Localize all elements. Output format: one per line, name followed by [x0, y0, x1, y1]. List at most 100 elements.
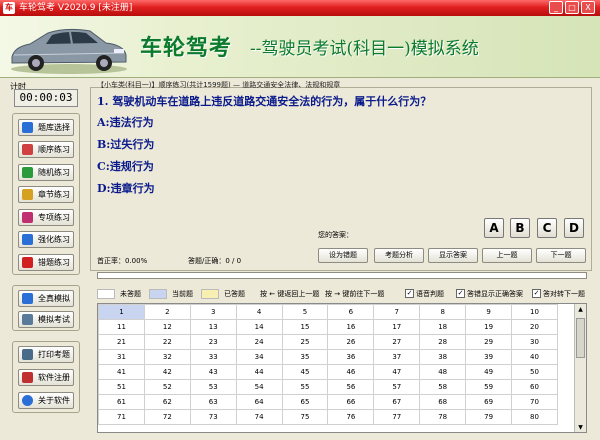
question-cell[interactable]: 51	[98, 379, 145, 395]
question-cell[interactable]: 17	[373, 319, 421, 335]
option-b[interactable]: B:过失行为	[97, 136, 154, 152]
question-cell[interactable]: 59	[465, 379, 513, 395]
question-cell[interactable]: 30	[511, 334, 558, 350]
question-cell[interactable]: 13	[189, 319, 237, 335]
question-cell[interactable]: 8	[419, 304, 467, 320]
question-cell[interactable]: 61	[98, 394, 145, 410]
question-cell[interactable]: 68	[419, 394, 467, 410]
question-cell[interactable]: 24	[235, 334, 283, 350]
question-cell[interactable]: 64	[235, 394, 283, 410]
question-cell[interactable]: 79	[465, 409, 513, 425]
scroll-up-icon[interactable]: ▲	[576, 305, 585, 315]
question-cell[interactable]: 29	[465, 334, 513, 350]
question-cell[interactable]: 67	[373, 394, 421, 410]
question-cell[interactable]: 43	[189, 364, 237, 380]
show-answer-button[interactable]: 显示答案	[428, 248, 478, 263]
sidebar-item-full-simulation[interactable]: 全真模拟	[18, 290, 74, 307]
question-cell[interactable]: 42	[143, 364, 191, 380]
question-cell[interactable]: 69	[465, 394, 513, 410]
auto-next-checkbox[interactable]: ✓	[532, 289, 541, 298]
question-cell[interactable]: 16	[327, 319, 375, 335]
question-cell[interactable]: 20	[511, 319, 558, 335]
question-cell[interactable]: 56	[327, 379, 375, 395]
question-cell[interactable]: 80	[511, 409, 558, 425]
question-cell[interactable]: 48	[419, 364, 467, 380]
sidebar-item-intensive[interactable]: 强化练习	[18, 231, 74, 248]
next-button[interactable]: 下一题	[536, 248, 586, 263]
sidebar-item-wrong-questions[interactable]: 错题练习	[18, 254, 74, 271]
question-cell[interactable]: 9	[465, 304, 513, 320]
voice-checkbox[interactable]: ✓	[405, 289, 414, 298]
sidebar-item-chapter[interactable]: 章节练习	[18, 186, 74, 203]
minimize-button[interactable]: _	[549, 1, 563, 14]
question-cell[interactable]: 75	[281, 409, 329, 425]
previous-button[interactable]: 上一题	[482, 248, 532, 263]
question-cell[interactable]: 11	[98, 319, 145, 335]
sidebar-item-about[interactable]: 关于软件	[18, 392, 74, 409]
show-correct-checkbox[interactable]: ✓	[456, 289, 465, 298]
question-cell[interactable]: 5	[281, 304, 329, 320]
sidebar-item-register[interactable]: 软件注册	[18, 369, 74, 386]
analysis-button[interactable]: 考题分析	[374, 248, 424, 263]
question-cell[interactable]: 57	[373, 379, 421, 395]
question-cell[interactable]: 46	[327, 364, 375, 380]
question-cell[interactable]: 60	[511, 379, 558, 395]
close-button[interactable]: X	[581, 1, 595, 14]
question-cell[interactable]: 52	[143, 379, 191, 395]
question-cell[interactable]: 7	[373, 304, 421, 320]
question-cell[interactable]: 35	[281, 349, 329, 365]
answer-a-button[interactable]: A	[484, 218, 504, 238]
question-cell[interactable]: 73	[189, 409, 237, 425]
question-cell[interactable]: 77	[373, 409, 421, 425]
question-cell[interactable]: 74	[235, 409, 283, 425]
question-cell[interactable]: 34	[235, 349, 283, 365]
question-cell[interactable]: 76	[327, 409, 375, 425]
option-d[interactable]: D:违章行为	[97, 180, 155, 196]
question-cell[interactable]: 33	[189, 349, 237, 365]
question-cell[interactable]: 50	[511, 364, 558, 380]
question-cell[interactable]: 40	[511, 349, 558, 365]
question-cell[interactable]: 45	[281, 364, 329, 380]
question-cell[interactable]: 53	[189, 379, 237, 395]
question-cell[interactable]: 65	[281, 394, 329, 410]
question-cell[interactable]: 28	[419, 334, 467, 350]
scroll-thumb[interactable]	[576, 318, 585, 358]
grid-scrollbar[interactable]: ▲ ▼	[574, 304, 586, 432]
question-cell[interactable]: 26	[327, 334, 375, 350]
question-cell[interactable]: 63	[189, 394, 237, 410]
question-cell[interactable]: 21	[98, 334, 145, 350]
question-cell[interactable]: 37	[373, 349, 421, 365]
question-cell[interactable]: 32	[143, 349, 191, 365]
question-cell[interactable]: 23	[189, 334, 237, 350]
question-cell[interactable]: 66	[327, 394, 375, 410]
question-cell[interactable]: 71	[98, 409, 145, 425]
sidebar-item-special[interactable]: 专项练习	[18, 209, 74, 226]
maximize-button[interactable]: □	[565, 1, 579, 14]
question-cell[interactable]: 36	[327, 349, 375, 365]
question-cell[interactable]: 12	[143, 319, 191, 335]
question-cell[interactable]: 72	[143, 409, 191, 425]
sidebar-item-library[interactable]: 题库选择	[18, 119, 74, 136]
question-cell[interactable]: 19	[465, 319, 513, 335]
question-cell[interactable]: 14	[235, 319, 283, 335]
question-cell[interactable]: 47	[373, 364, 421, 380]
sidebar-item-sequence[interactable]: 顺序练习	[18, 141, 74, 158]
answer-d-button[interactable]: D	[564, 218, 584, 238]
mark-wrong-button[interactable]: 设为错题	[318, 248, 368, 263]
question-cell[interactable]: 10	[511, 304, 558, 320]
question-cell[interactable]: 1	[98, 304, 145, 320]
sidebar-item-print[interactable]: 打印考题	[18, 346, 74, 363]
question-cell[interactable]: 3	[189, 304, 237, 320]
question-cell[interactable]: 6	[327, 304, 375, 320]
question-cell[interactable]: 44	[235, 364, 283, 380]
question-cell[interactable]: 4	[235, 304, 283, 320]
question-cell[interactable]: 62	[143, 394, 191, 410]
scroll-down-icon[interactable]: ▼	[576, 423, 585, 432]
question-cell[interactable]: 39	[465, 349, 513, 365]
question-cell[interactable]: 49	[465, 364, 513, 380]
sidebar-item-random[interactable]: 随机练习	[18, 164, 74, 181]
question-cell[interactable]: 15	[281, 319, 329, 335]
sidebar-item-mock-exam[interactable]: 模拟考试	[18, 311, 74, 328]
question-cell[interactable]: 70	[511, 394, 558, 410]
question-cell[interactable]: 58	[419, 379, 467, 395]
